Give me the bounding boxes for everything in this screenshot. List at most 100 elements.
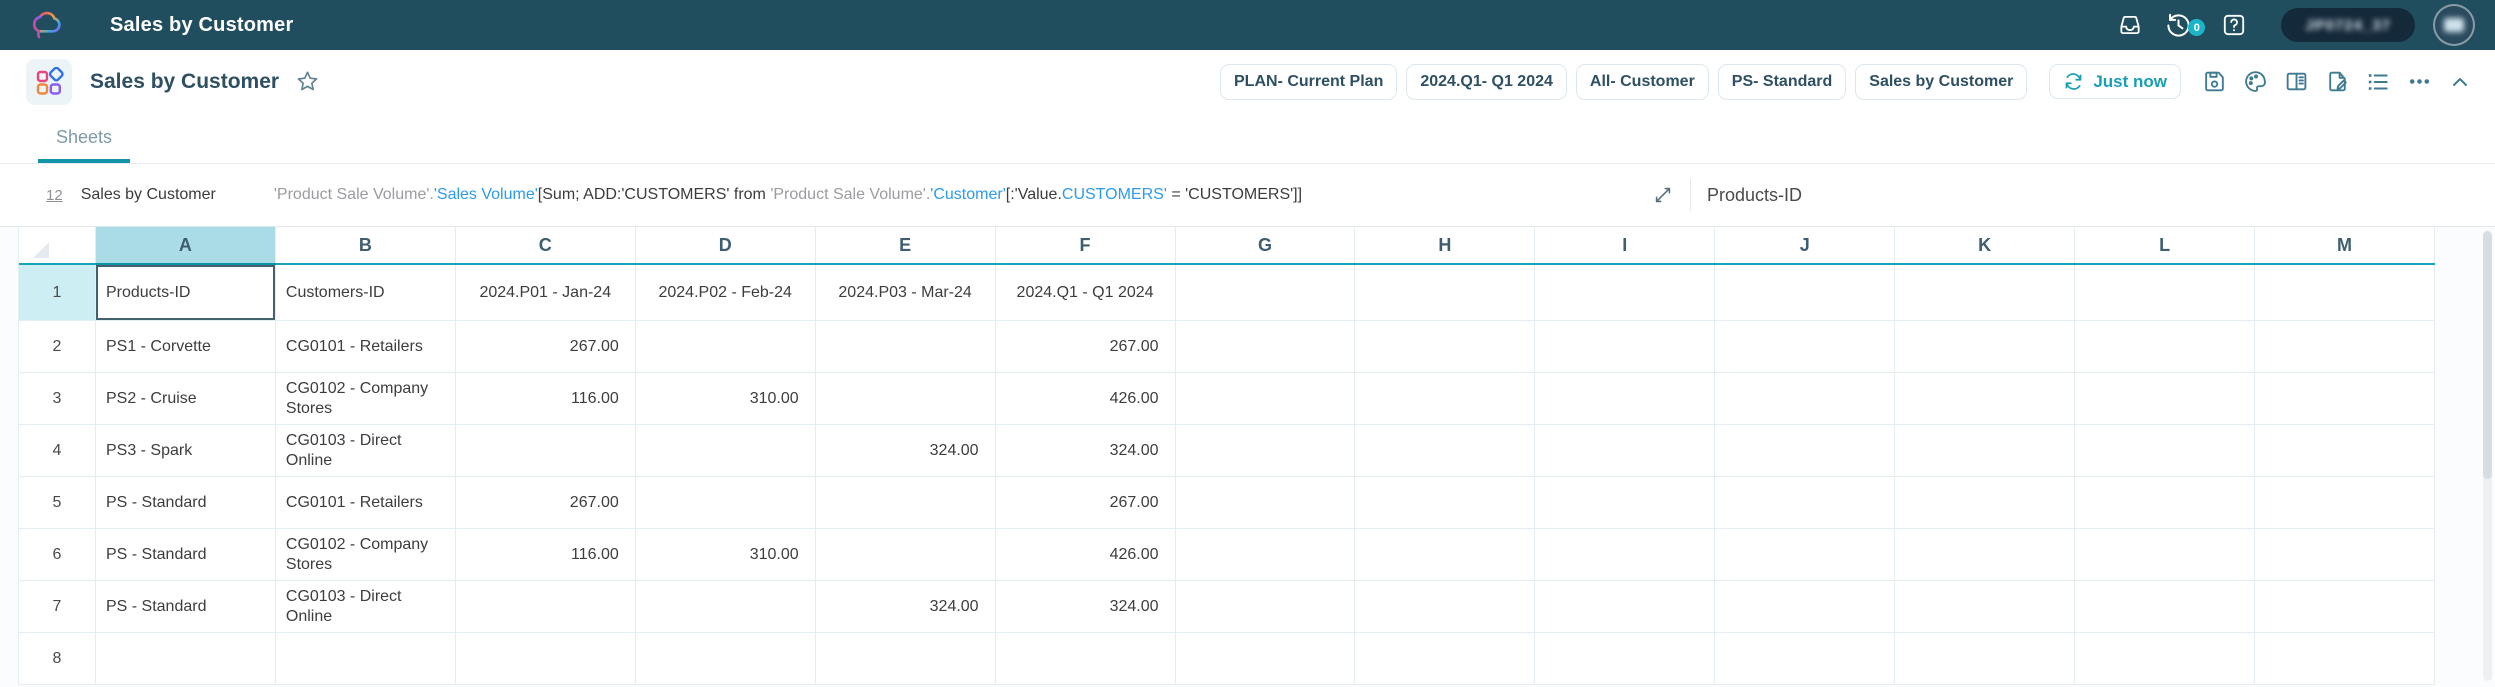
tab-sheets[interactable]: Sheets [56, 127, 112, 150]
edit-document-icon[interactable] [2320, 65, 2354, 99]
cell-A6[interactable]: PS - Standard [96, 529, 276, 580]
cell-G2[interactable] [1176, 321, 1356, 372]
column-header-d[interactable]: D [636, 227, 816, 263]
cell-J1[interactable] [1715, 265, 1895, 320]
cell-E2[interactable] [816, 321, 996, 372]
scrollbar-thumb[interactable] [2483, 231, 2492, 479]
cell-G3[interactable] [1176, 373, 1356, 424]
sync-status-button[interactable]: Just now [2049, 64, 2181, 99]
favorite-star-icon[interactable] [295, 69, 320, 94]
cell-C4[interactable] [456, 425, 636, 476]
palette-icon[interactable] [2238, 65, 2272, 99]
cell-C8[interactable] [456, 633, 636, 684]
context-chip-0[interactable]: PLAN- Current Plan [1220, 64, 1397, 100]
cell-B5[interactable]: CG0101 - Retailers [276, 477, 456, 528]
cell-G6[interactable] [1176, 529, 1356, 580]
cell-H3[interactable] [1355, 373, 1535, 424]
avatar[interactable] [2433, 4, 2475, 46]
cell-E5[interactable] [816, 477, 996, 528]
cell-A3[interactable]: PS2 - Cruise [96, 373, 276, 424]
inbox-icon[interactable] [2115, 10, 2145, 40]
cell-B7[interactable]: CG0103 - Direct Online [276, 581, 456, 632]
cell-L6[interactable] [2075, 529, 2255, 580]
cell-B3[interactable]: CG0102 - Company Stores [276, 373, 456, 424]
cell-D1[interactable]: 2024.P02 - Feb-24 [636, 265, 816, 320]
cell-I3[interactable] [1535, 373, 1715, 424]
cell-E4[interactable]: 324.00 [816, 425, 996, 476]
cell-G1[interactable] [1176, 265, 1356, 320]
context-chip-1[interactable]: 2024.Q1- Q1 2024 [1406, 64, 1567, 100]
cell-B1[interactable]: Customers-ID [276, 265, 456, 320]
cell-I6[interactable] [1535, 529, 1715, 580]
cell-D4[interactable] [636, 425, 816, 476]
row-header-7[interactable]: 7 [19, 581, 96, 632]
column-header-g[interactable]: G [1176, 227, 1356, 263]
cell-D8[interactable] [636, 633, 816, 684]
cell-C3[interactable]: 116.00 [456, 373, 636, 424]
cell-J4[interactable] [1715, 425, 1895, 476]
cell-M2[interactable] [2255, 321, 2435, 372]
row-header-3[interactable]: 3 [19, 373, 96, 424]
cell-H6[interactable] [1355, 529, 1535, 580]
column-header-e[interactable]: E [816, 227, 996, 263]
cell-D2[interactable] [636, 321, 816, 372]
cell-H7[interactable] [1355, 581, 1535, 632]
cell-L7[interactable] [2075, 581, 2255, 632]
list-icon[interactable] [2361, 65, 2395, 99]
cell-L3[interactable] [2075, 373, 2255, 424]
column-header-i[interactable]: I [1535, 227, 1715, 263]
cell-K2[interactable] [1895, 321, 2075, 372]
column-header-j[interactable]: J [1715, 227, 1895, 263]
vertical-scrollbar[interactable] [2483, 231, 2492, 681]
cell-C2[interactable]: 267.00 [456, 321, 636, 372]
row-header-4[interactable]: 4 [19, 425, 96, 476]
cell-A2[interactable]: PS1 - Corvette [96, 321, 276, 372]
cell-A1[interactable]: Products-ID [96, 265, 276, 320]
cell-I4[interactable] [1535, 425, 1715, 476]
cell-L4[interactable] [2075, 425, 2255, 476]
cell-L1[interactable] [2075, 265, 2255, 320]
cell-A5[interactable]: PS - Standard [96, 477, 276, 528]
cell-H5[interactable] [1355, 477, 1535, 528]
cell-F7[interactable]: 324.00 [996, 581, 1176, 632]
cell-G4[interactable] [1176, 425, 1356, 476]
cell-M1[interactable] [2255, 265, 2435, 320]
help-icon[interactable] [2219, 10, 2249, 40]
cell-M7[interactable] [2255, 581, 2435, 632]
cell-I2[interactable] [1535, 321, 1715, 372]
column-header-m[interactable]: M [2255, 227, 2435, 263]
context-chip-2[interactable]: All- Customer [1576, 64, 1709, 100]
cell-C7[interactable] [456, 581, 636, 632]
more-options-icon[interactable] [2402, 65, 2436, 99]
expand-formula-icon[interactable] [1652, 184, 1674, 206]
cell-K1[interactable] [1895, 265, 2075, 320]
cell-M5[interactable] [2255, 477, 2435, 528]
row-header-5[interactable]: 5 [19, 477, 96, 528]
cell-K4[interactable] [1895, 425, 2075, 476]
cell-M6[interactable] [2255, 529, 2435, 580]
column-header-f[interactable]: F [996, 227, 1176, 263]
cell-F5[interactable]: 267.00 [996, 477, 1176, 528]
cell-F8[interactable] [996, 633, 1176, 684]
cell-E1[interactable]: 2024.P03 - Mar-24 [816, 265, 996, 320]
column-header-a[interactable]: A [96, 227, 276, 263]
column-header-h[interactable]: H [1355, 227, 1535, 263]
cell-F4[interactable]: 324.00 [996, 425, 1176, 476]
cell-H2[interactable] [1355, 321, 1535, 372]
context-chip-4[interactable]: Sales by Customer [1855, 64, 2027, 100]
cell-G7[interactable] [1176, 581, 1356, 632]
cell-E3[interactable] [816, 373, 996, 424]
cell-I1[interactable] [1535, 265, 1715, 320]
cell-I5[interactable] [1535, 477, 1715, 528]
cell-J6[interactable] [1715, 529, 1895, 580]
cell-K5[interactable] [1895, 477, 2075, 528]
collapse-chevron-icon[interactable] [2443, 65, 2477, 99]
cell-M8[interactable] [2255, 633, 2435, 684]
app-logo-cloud-icon[interactable] [26, 7, 70, 43]
cell-J2[interactable] [1715, 321, 1895, 372]
cell-G8[interactable] [1176, 633, 1356, 684]
cell-G5[interactable] [1176, 477, 1356, 528]
row-header-1[interactable]: 1 [19, 265, 96, 320]
cell-I8[interactable] [1535, 633, 1715, 684]
cell-E6[interactable] [816, 529, 996, 580]
